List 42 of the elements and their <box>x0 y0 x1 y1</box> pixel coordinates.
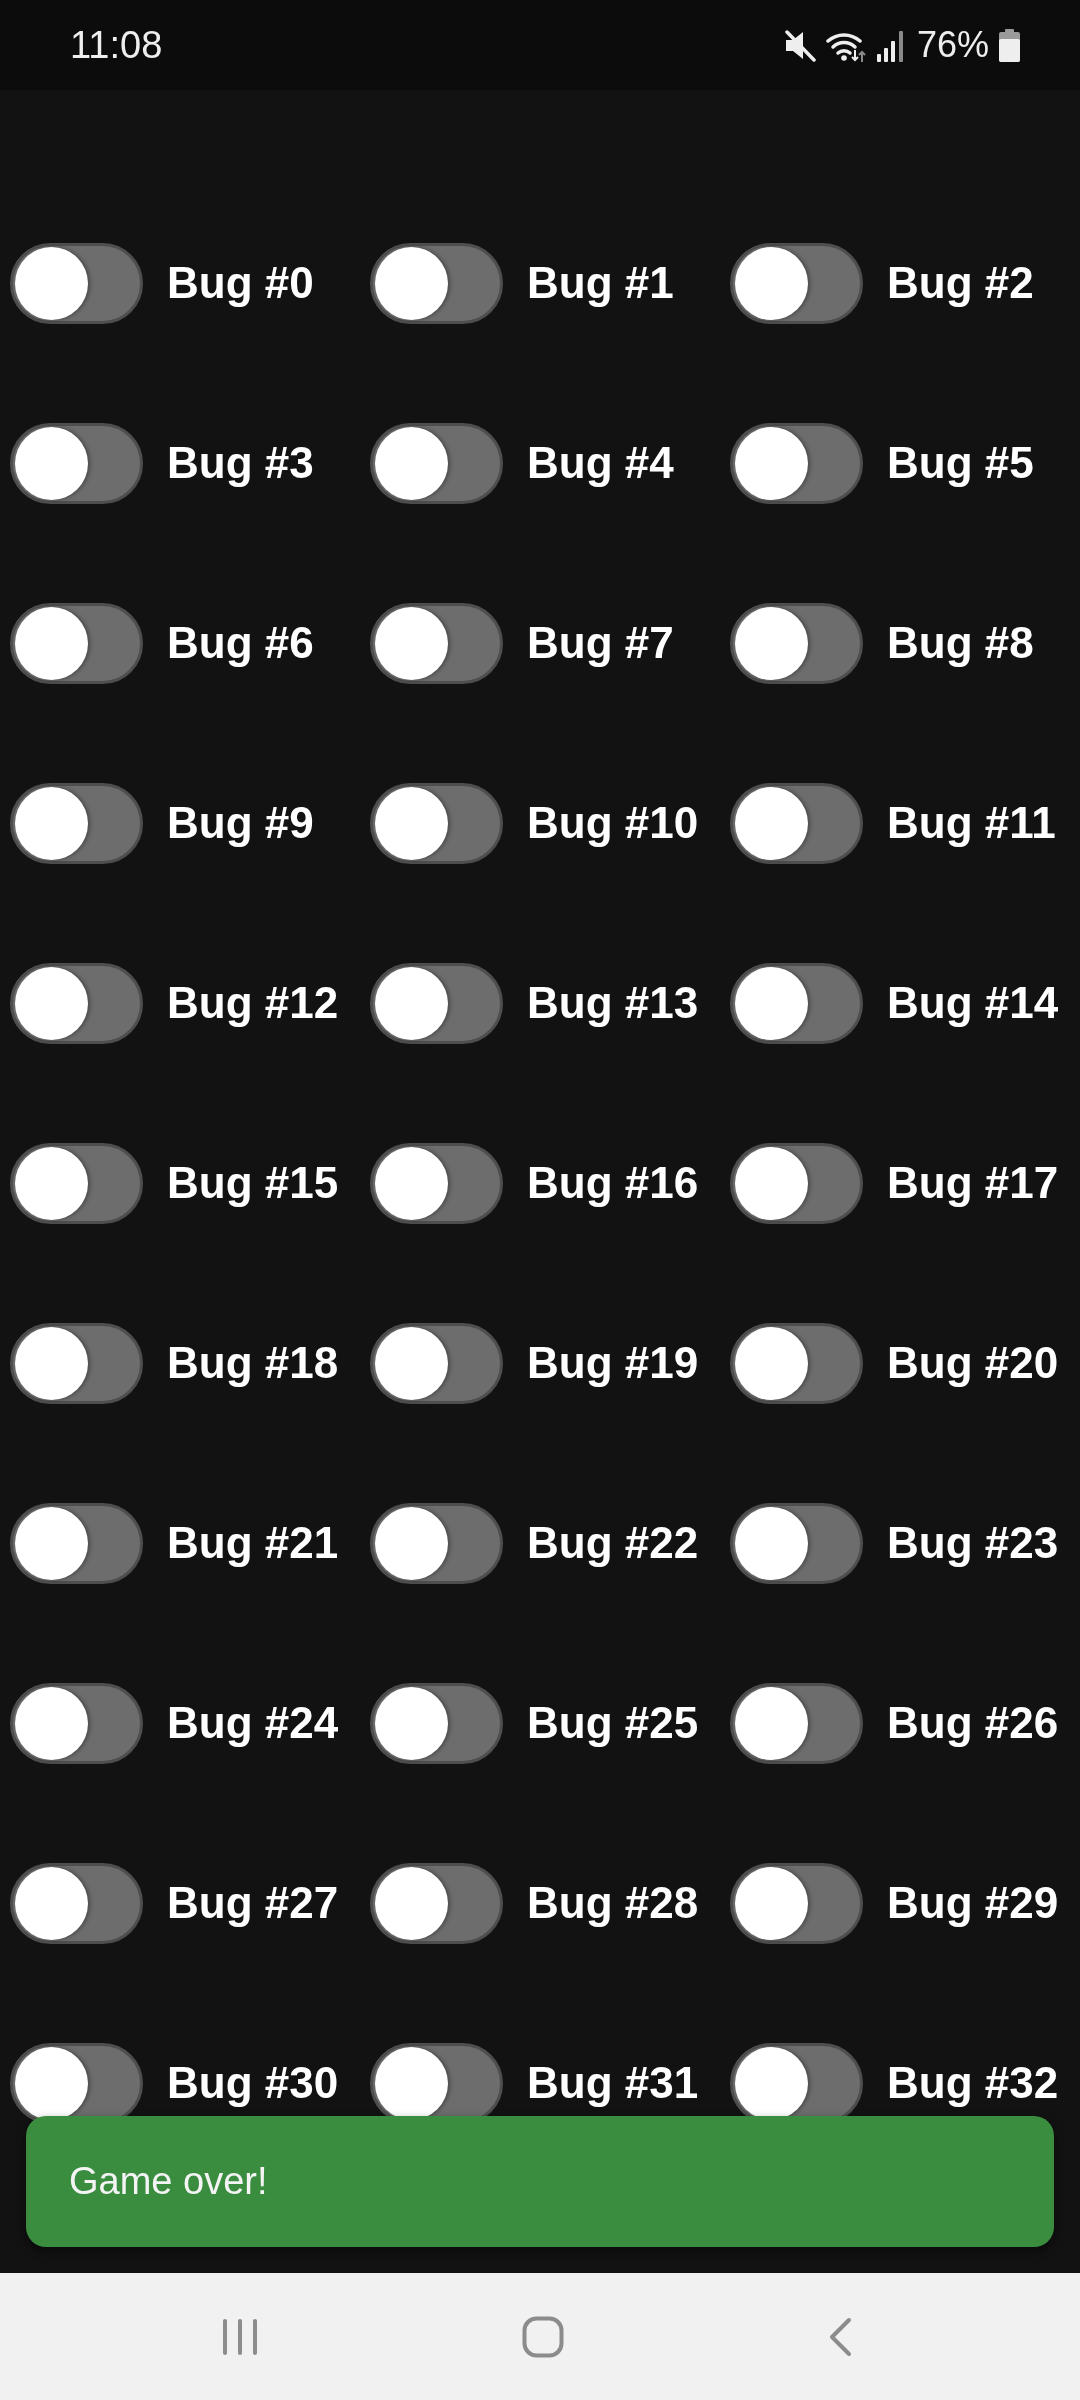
switch-label: Bug #1 <box>527 258 674 308</box>
switch-label: Bug #9 <box>167 798 314 848</box>
switch-label: Bug #5 <box>887 438 1034 488</box>
switch-label: Bug #29 <box>887 1878 1059 1928</box>
switch-label: Bug #21 <box>167 1518 339 1568</box>
switch-label: Bug #15 <box>167 1158 339 1208</box>
back-icon[interactable] <box>827 2316 853 2357</box>
switch-label: Bug #6 <box>167 618 314 668</box>
switch-label: Bug #22 <box>527 1518 699 1568</box>
home-icon[interactable] <box>521 2315 564 2358</box>
switch-label: Bug #24 <box>167 1698 339 1748</box>
switch-label: Bug #4 <box>527 438 674 488</box>
switch-label: Bug #26 <box>887 1698 1059 1748</box>
switch-label: Bug #28 <box>527 1878 699 1928</box>
switch-label: Bug #0 <box>167 258 314 308</box>
switch-label: Bug #16 <box>527 1158 699 1208</box>
battery-percent: 76% <box>916 24 989 66</box>
switch-label: Bug #3 <box>167 438 314 488</box>
signal-icon <box>876 28 905 62</box>
switch-label: Bug #17 <box>887 1158 1059 1208</box>
switch-label: Bug #19 <box>527 1338 699 1388</box>
switch-label: Bug #27 <box>167 1878 339 1928</box>
switch-label: Bug #10 <box>527 798 699 848</box>
recent-apps-icon[interactable] <box>221 2317 258 2356</box>
switch-label: Bug #30 <box>167 2058 339 2108</box>
switch-label: Bug #18 <box>167 1338 339 1388</box>
switch-label: Bug #20 <box>887 1338 1059 1388</box>
switch-label: Bug #25 <box>527 1698 699 1748</box>
battery-icon <box>999 28 1020 62</box>
switch-label: Bug #2 <box>887 258 1034 308</box>
status-time: 11:08 <box>70 23 163 67</box>
switch-label: Bug #31 <box>527 2058 699 2108</box>
switch-label: Bug #23 <box>887 1518 1059 1568</box>
switch-label: Bug #13 <box>527 978 699 1028</box>
switch-label: Bug #8 <box>887 618 1034 668</box>
switch-label: Bug #32 <box>887 2058 1059 2108</box>
switch-label: Bug #12 <box>167 978 339 1028</box>
switch-label: Bug #11 <box>887 798 1056 848</box>
switch-label: Bug #7 <box>527 618 674 668</box>
toast-text: Game over! <box>69 2160 268 2203</box>
switch-label: Bug #14 <box>887 978 1059 1028</box>
mute-icon <box>783 28 816 62</box>
